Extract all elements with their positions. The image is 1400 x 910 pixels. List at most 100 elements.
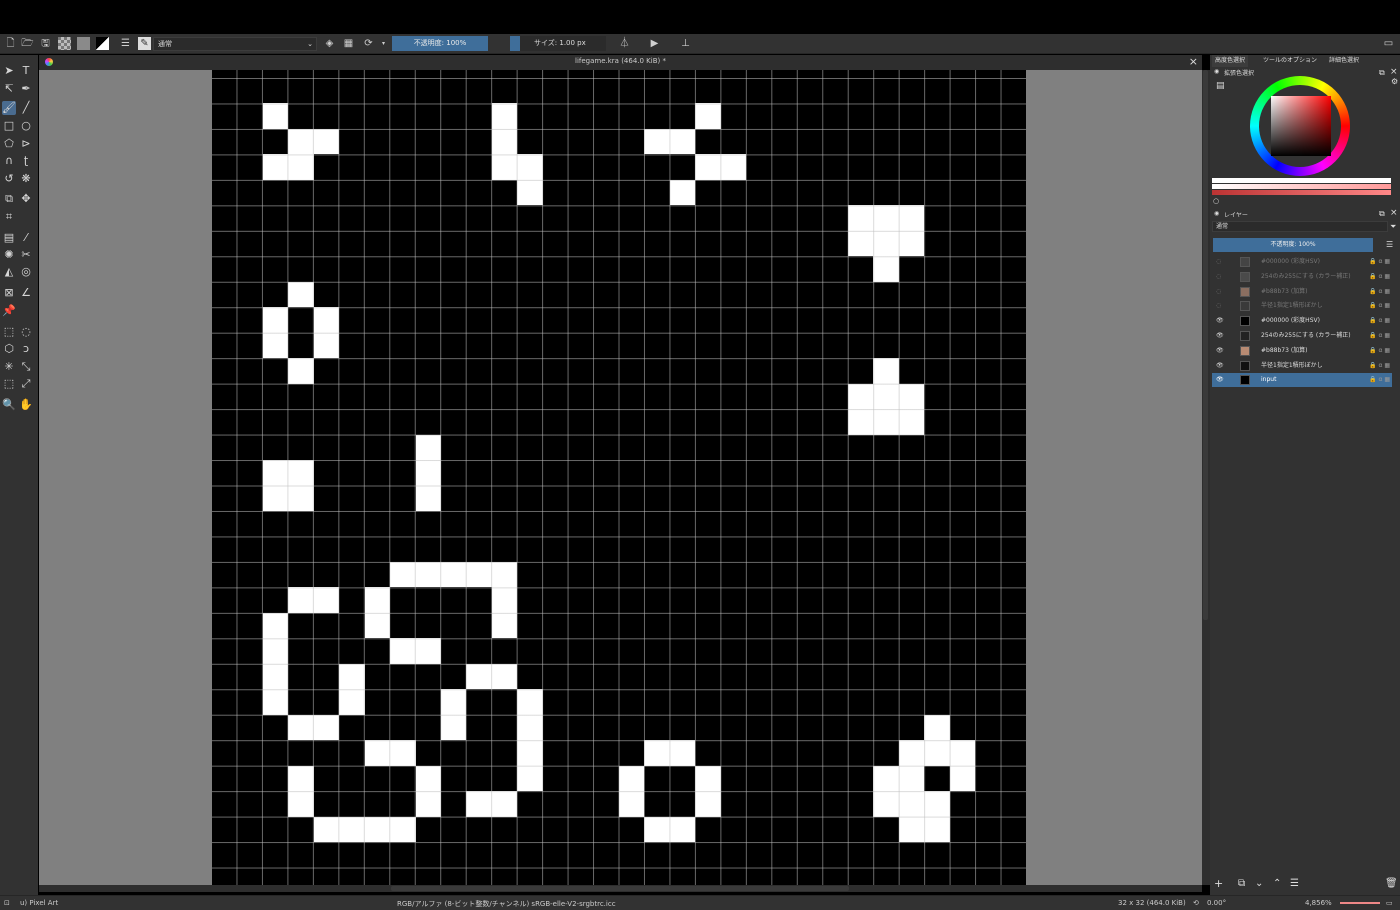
- visibility-icon[interactable]: 👁: [1216, 373, 1224, 387]
- brush-preset-icon[interactable]: ✎: [138, 37, 151, 50]
- mirror-vertical-icon[interactable]: ▶: [648, 37, 661, 50]
- color-settings-icon[interactable]: ▤: [1216, 81, 1225, 91]
- color-config-icon[interactable]: ⚙: [1391, 77, 1398, 86]
- pixel-canvas[interactable]: [212, 70, 1026, 885]
- transform-tool-icon[interactable]: ⧉: [2, 192, 16, 206]
- bezier-tool-icon[interactable]: ∩: [2, 154, 16, 168]
- layers-menu-icon[interactable]: ☰: [1386, 240, 1393, 249]
- brush-icon[interactable]: ⊡: [4, 899, 10, 907]
- layer-row[interactable]: 👁 #b88b73 (加算) 🔒 α ▦: [1212, 344, 1392, 358]
- measure-tool-icon[interactable]: ∠: [19, 286, 33, 300]
- open-document-icon[interactable]: 🗁: [21, 37, 34, 50]
- float-icon[interactable]: ⧉: [1379, 68, 1385, 78]
- polygon-select-icon[interactable]: ⬡: [2, 342, 16, 356]
- freehand-path-icon[interactable]: ʈ: [19, 154, 33, 168]
- horizontal-scrollbar[interactable]: [39, 885, 1202, 892]
- rectangle-tool-icon[interactable]: □: [2, 119, 16, 133]
- layer-lock-icon[interactable]: 🔒 α ▦: [1369, 270, 1390, 284]
- move-up-icon[interactable]: ⌃: [1273, 878, 1281, 889]
- new-document-icon[interactable]: 🗋: [4, 37, 17, 50]
- filter-icon[interactable]: ⏷: [1390, 222, 1396, 232]
- layers-opacity-slider[interactable]: 不透明度: 100%: [1213, 238, 1373, 252]
- freehand-select-icon[interactable]: ↄ: [19, 342, 33, 356]
- layers-blend-select[interactable]: 通常: [1212, 221, 1388, 232]
- crop-tool-icon[interactable]: ⌗: [2, 210, 16, 224]
- size-slider[interactable]: サイズ: 1.00 px: [510, 36, 606, 51]
- alpha-lock-icon[interactable]: ▦: [342, 37, 355, 50]
- close-icon[interactable]: ×: [1390, 67, 1398, 77]
- rect-select-icon[interactable]: ⬚: [2, 325, 16, 339]
- fullscreen-icon[interactable]: ▭: [1386, 899, 1393, 907]
- duplicate-layer-icon[interactable]: ⧉: [1238, 878, 1245, 889]
- visibility-icon[interactable]: ◌: [1216, 255, 1224, 269]
- eraser-icon[interactable]: ◈: [323, 37, 336, 50]
- float-icon[interactable]: ⧉: [1379, 209, 1385, 219]
- canvas-viewport[interactable]: [39, 55, 1202, 885]
- hue-slider[interactable]: [1212, 190, 1391, 195]
- visibility-icon[interactable]: 👁: [1216, 329, 1224, 343]
- pattern-icon[interactable]: [58, 37, 71, 50]
- reference-tool-icon[interactable]: 📌: [2, 304, 16, 318]
- gradient-tool-icon[interactable]: ▤: [2, 231, 16, 245]
- saturation-slider[interactable]: [1212, 184, 1391, 189]
- document-tab[interactable]: lifegame.kra (464.0 KiB) * ×: [39, 55, 1202, 70]
- value-slider[interactable]: [1212, 178, 1391, 183]
- visibility-icon[interactable]: ◌: [1216, 299, 1224, 313]
- wrap-around-icon[interactable]: ⊥: [679, 37, 692, 50]
- tab-specific-color[interactable]: 詳細色選択: [1326, 55, 1362, 67]
- panel-toggle-icon[interactable]: ▭: [1382, 37, 1395, 50]
- polyline-tool-icon[interactable]: ⊳: [19, 137, 33, 151]
- layer-row[interactable]: 👁 input 🔒 α ▦: [1212, 373, 1392, 388]
- select-shapes-icon[interactable]: ➤: [2, 64, 16, 78]
- ellipse-select-icon[interactable]: ◌: [19, 325, 33, 339]
- layer-row[interactable]: ◌ #000000 (彩度HSV) 🔒 α ▦: [1212, 255, 1392, 269]
- layer-row[interactable]: ◌ 半径1指定1積形ぼかし 🔒 α ▦: [1212, 299, 1392, 313]
- line-tool-icon[interactable]: ╱: [19, 101, 33, 115]
- magnetic-select-icon[interactable]: ⤢: [19, 377, 33, 391]
- tab-tool-options[interactable]: ツールのオプション: [1260, 55, 1320, 67]
- mirror-horizontal-icon[interactable]: ⏃: [618, 37, 631, 50]
- zoom-tool-icon[interactable]: 🔍: [2, 398, 16, 412]
- visibility-icon[interactable]: 👁: [1216, 314, 1224, 328]
- layer-lock-icon[interactable]: 🔒 α ▦: [1369, 344, 1390, 358]
- save-icon[interactable]: 🖫: [39, 37, 52, 50]
- edit-shapes-icon[interactable]: ↸: [2, 82, 16, 96]
- close-icon[interactable]: ×: [1390, 208, 1398, 218]
- delete-layer-icon[interactable]: 🗑: [1385, 878, 1398, 889]
- layer-lock-icon[interactable]: 🔒 α ▦: [1369, 299, 1390, 313]
- scrollbar-thumb[interactable]: [391, 886, 849, 891]
- visibility-icon[interactable]: ◌: [1216, 270, 1224, 284]
- contiguous-select-icon[interactable]: ✳: [2, 360, 16, 374]
- tab-advanced-color[interactable]: 高度色選択: [1212, 55, 1249, 67]
- add-layer-icon[interactable]: +: [1214, 877, 1223, 890]
- layer-properties-icon[interactable]: ☰: [1290, 878, 1299, 889]
- color-square[interactable]: [1271, 96, 1331, 156]
- visibility-icon[interactable]: ◌: [1216, 285, 1224, 299]
- fill-tool-icon[interactable]: ◭: [2, 265, 16, 279]
- assistant-tool-icon[interactable]: ⊠: [2, 286, 16, 300]
- layer-row[interactable]: ◌ #b88b73 (加算) 🔒 α ▦: [1212, 285, 1392, 299]
- bezier-select-icon[interactable]: ⬚: [2, 377, 16, 391]
- layer-lock-icon[interactable]: 🔒 α ▦: [1369, 329, 1390, 343]
- brush-settings-icon[interactable]: ☰: [119, 37, 132, 50]
- layer-lock-icon[interactable]: 🔒 α ▦: [1369, 359, 1390, 373]
- text-tool-icon[interactable]: T: [19, 64, 33, 78]
- dynamic-brush-icon[interactable]: ↺: [2, 172, 16, 186]
- polygon-tool-icon[interactable]: ⬠: [2, 137, 16, 151]
- opacity-slider[interactable]: 不透明度: 100%: [392, 36, 488, 51]
- visibility-icon[interactable]: 👁: [1216, 344, 1224, 358]
- scrollbar-thumb[interactable]: [1203, 70, 1208, 620]
- pan-tool-icon[interactable]: ✋: [19, 398, 33, 412]
- layer-row[interactable]: ◌ 254のみ255にする (カラー補正) 🔒 α ▦: [1212, 270, 1392, 284]
- similar-select-icon[interactable]: ⤡: [19, 360, 33, 374]
- layer-lock-icon[interactable]: 🔒 α ▦: [1369, 373, 1390, 387]
- gradient-icon[interactable]: [77, 37, 90, 50]
- freehand-brush-icon[interactable]: 🖌: [2, 101, 16, 115]
- fg-bg-color-icon[interactable]: [96, 37, 109, 50]
- smart-patch-icon[interactable]: ✂: [19, 248, 33, 262]
- colorize-mask-icon[interactable]: ✺: [2, 248, 16, 262]
- reload-preset-icon[interactable]: ⟳: [362, 37, 375, 50]
- blend-mode-select[interactable]: 通常 ⌄: [153, 37, 317, 51]
- ellipse-tool-icon[interactable]: ○: [19, 119, 33, 133]
- move-down-icon[interactable]: ⌄: [1255, 878, 1263, 889]
